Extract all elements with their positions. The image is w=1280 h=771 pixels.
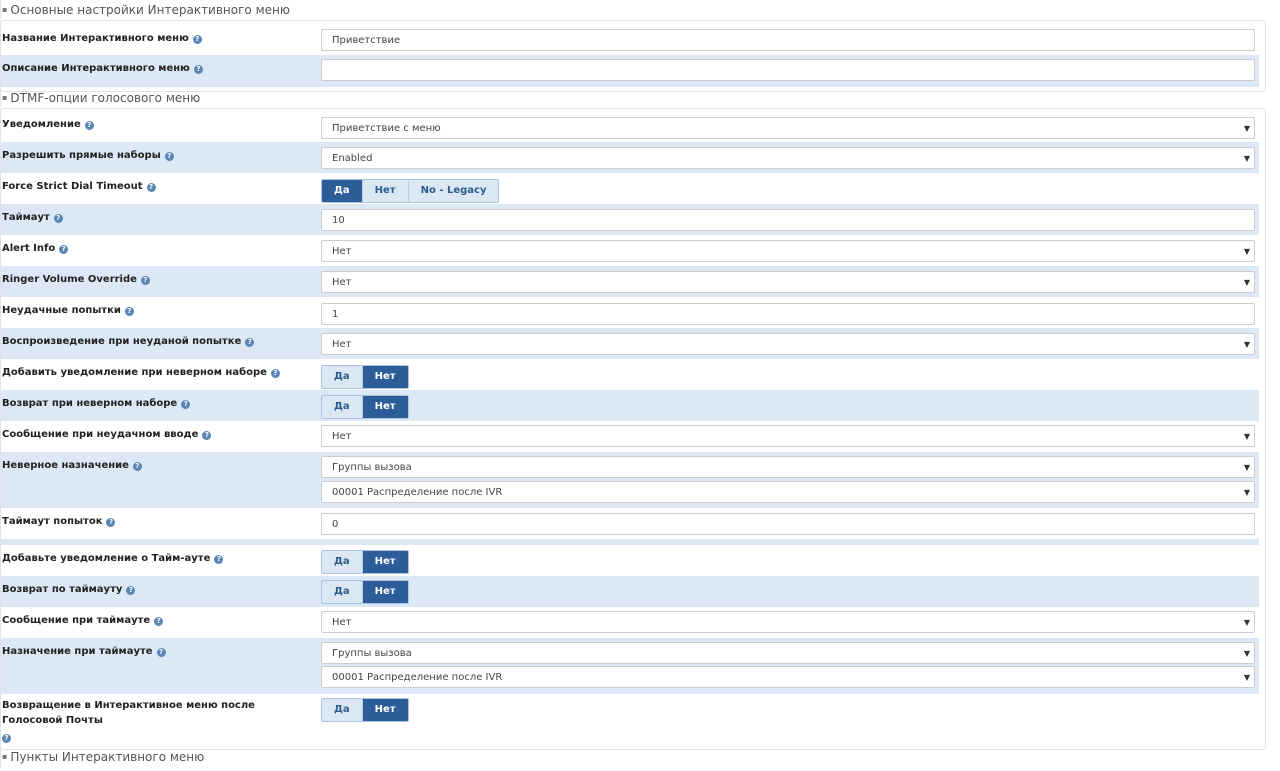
ringer-volume-select[interactable]: Нет ▼ [321,271,1255,293]
row-invalid-recording: Сообщение при неудачном вводе? Нет ▼ [1,421,1259,452]
invalid-recording-select[interactable]: Нет ▼ [321,425,1255,447]
caret-down-icon: ▼ [1243,124,1250,133]
question-circle-icon[interactable]: ? [202,431,212,440]
return-invalid-no-button[interactable]: Нет [362,396,408,418]
question-circle-icon[interactable]: ? [59,245,69,254]
question-circle-icon[interactable]: ? [124,307,134,316]
append-invalid-toggle: Да Нет [321,365,409,389]
question-circle-icon[interactable]: ? [214,555,224,564]
row-alert-info: Alert Info? Нет ▼ [1,235,1259,266]
invalid-destination-target-select[interactable]: 00001 Распределение после IVR ▼ [321,481,1255,503]
caret-down-icon: ▼ [1243,278,1250,287]
caret-down-icon: ▼ [1243,340,1250,349]
collapse-icon[interactable]: ▪ [2,752,7,761]
section-header-dtmf[interactable]: ▪ DTMF-опции голосового меню [0,88,1266,108]
timeout-input[interactable]: 10 [321,209,1255,231]
return-after-vm-toggle: Да Нет [321,698,409,722]
collapse-icon[interactable]: ▪ [2,5,7,14]
row-timeout: Таймаут? 10 [1,204,1259,235]
append-timeout-no-button[interactable]: Нет [362,551,408,573]
question-circle-icon[interactable]: ? [193,65,203,74]
return-invalid-yes-button[interactable]: Да [322,396,363,418]
caret-down-icon: ▼ [1243,618,1250,627]
panel-dtmf: Уведомление? Приветствие с меню ▼ Разреши… [0,108,1266,750]
row-return-after-vm: Возвращение в Интерактивное меню после Г… [1,694,1259,746]
strict-timeout-no-button[interactable]: Нет [362,180,409,202]
row-direct-dial: Разрешить прямые наборы? Enabled ▼ [1,142,1259,173]
label-ivr-description: Описание Интерактивного меню [2,63,190,74]
row-invalid-destination: Неверное назначение? Группы вызова ▼ 0000… [1,452,1259,508]
ivr-name-input[interactable]: Приветствие [321,29,1255,51]
invalid-retry-recording-select[interactable]: Нет ▼ [321,333,1255,355]
question-circle-icon[interactable]: ? [146,183,156,192]
row-append-timeout: Добавьте уведомление о Тайм-ауте? Да Нет [1,545,1259,576]
section-header-basic[interactable]: ▪ Основные настройки Интерактивного меню [0,0,1266,20]
timeout-destination-type-select[interactable]: Группы вызова ▼ [321,642,1255,664]
question-circle-icon[interactable]: ? [181,400,191,409]
row-ringer-volume: Ringer Volume Override? Нет ▼ [1,266,1259,297]
ivr-description-input[interactable] [321,59,1255,81]
invalid-retries-input[interactable]: 1 [321,303,1255,325]
row-timeout-retries: Таймаут попыток? 0 [1,508,1259,539]
label-ivr-name: Название Интерактивного меню [2,33,189,44]
question-circle-icon[interactable]: ? [84,121,94,130]
question-circle-icon[interactable]: ? [245,338,255,347]
question-circle-icon[interactable]: ? [53,214,63,223]
row-strict-timeout: Force Strict Dial Timeout? Да Нет No - L… [1,173,1259,204]
row-timeout-recording: Сообщение при таймауте? Нет ▼ [1,607,1259,638]
strict-timeout-legacy-button[interactable]: No - Legacy [408,180,499,202]
timeout-recording-select[interactable]: Нет ▼ [321,611,1255,633]
strict-timeout-yes-button[interactable]: Да [322,180,363,202]
caret-down-icon: ▼ [1243,154,1250,163]
question-circle-icon[interactable]: ? [140,276,150,285]
row-append-invalid: Добавить уведомление при неверном наборе… [1,359,1259,390]
question-circle-icon[interactable]: ? [156,648,166,657]
question-circle-icon[interactable]: ? [132,462,142,471]
append-timeout-yes-button[interactable]: Да [322,551,363,573]
append-timeout-toggle: Да Нет [321,550,409,574]
return-timeout-yes-button[interactable]: Да [322,581,363,603]
question-circle-icon[interactable]: ? [2,734,11,743]
direct-dial-select[interactable]: Enabled ▼ [321,147,1255,169]
panel-basic: Название Интерактивного меню? Приветстви… [0,20,1266,92]
caret-down-icon: ▼ [1243,247,1250,256]
return-invalid-toggle: Да Нет [321,395,409,419]
return-after-vm-yes-button[interactable]: Да [322,699,363,721]
question-circle-icon[interactable]: ? [164,152,174,161]
invalid-destination-type-select[interactable]: Группы вызова ▼ [321,456,1255,478]
question-circle-icon[interactable]: ? [126,586,136,595]
row-invalid-retry-recording: Воспроизведение при неуданой попытке? Не… [1,328,1259,359]
announcement-select[interactable]: Приветствие с меню ▼ [321,117,1255,139]
caret-down-icon: ▼ [1243,649,1250,658]
caret-down-icon: ▼ [1243,463,1250,472]
caret-down-icon: ▼ [1243,673,1250,682]
row-ivr-description: Описание Интерактивного меню? [1,55,1259,87]
caret-down-icon: ▼ [1243,488,1250,497]
row-return-invalid: Возврат при неверном наборе? Да Нет [1,390,1259,421]
return-after-vm-no-button[interactable]: Нет [362,699,408,721]
row-invalid-retries: Неудачные попытки? 1 [1,297,1259,328]
row-timeout-destination: Назначение при таймауте? Группы вызова ▼ … [1,638,1259,694]
timeout-destination-target-select[interactable]: 00001 Распределение после IVR ▼ [321,666,1255,688]
return-timeout-no-button[interactable]: Нет [362,581,408,603]
collapse-icon[interactable]: ▪ [2,93,7,102]
row-return-timeout: Возврат по таймауту? Да Нет [1,576,1259,607]
question-circle-icon[interactable]: ? [154,617,164,626]
question-circle-icon[interactable]: ? [270,369,280,378]
append-invalid-yes-button[interactable]: Да [322,366,363,388]
question-circle-icon[interactable]: ? [192,35,202,44]
strict-timeout-toggle: Да Нет No - Legacy [321,179,500,203]
row-ivr-name: Название Интерактивного меню? Приветстви… [1,25,1259,53]
timeout-retries-input[interactable]: 0 [321,513,1255,535]
section-header-entries[interactable]: ▪ Пункты Интерактивного меню [0,747,1266,767]
alert-info-select[interactable]: Нет ▼ [321,240,1255,262]
row-announcement: Уведомление? Приветствие с меню ▼ [1,111,1259,142]
question-circle-icon[interactable]: ? [106,518,116,527]
return-timeout-toggle: Да Нет [321,580,409,604]
caret-down-icon: ▼ [1243,432,1250,441]
append-invalid-no-button[interactable]: Нет [362,366,408,388]
